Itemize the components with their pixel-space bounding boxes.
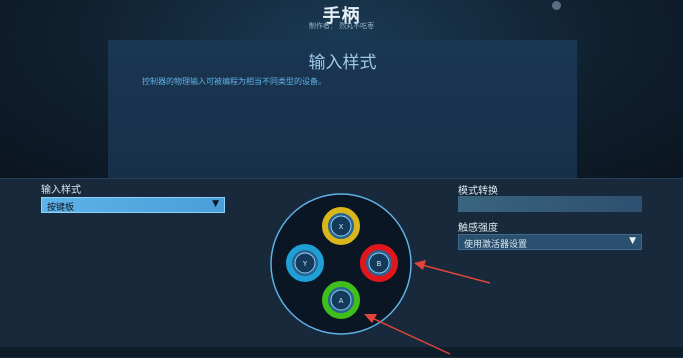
arrow-to-pad-bottom <box>364 314 451 355</box>
arrow-to-pad-right <box>414 260 491 284</box>
annotation-arrows <box>364 260 491 355</box>
